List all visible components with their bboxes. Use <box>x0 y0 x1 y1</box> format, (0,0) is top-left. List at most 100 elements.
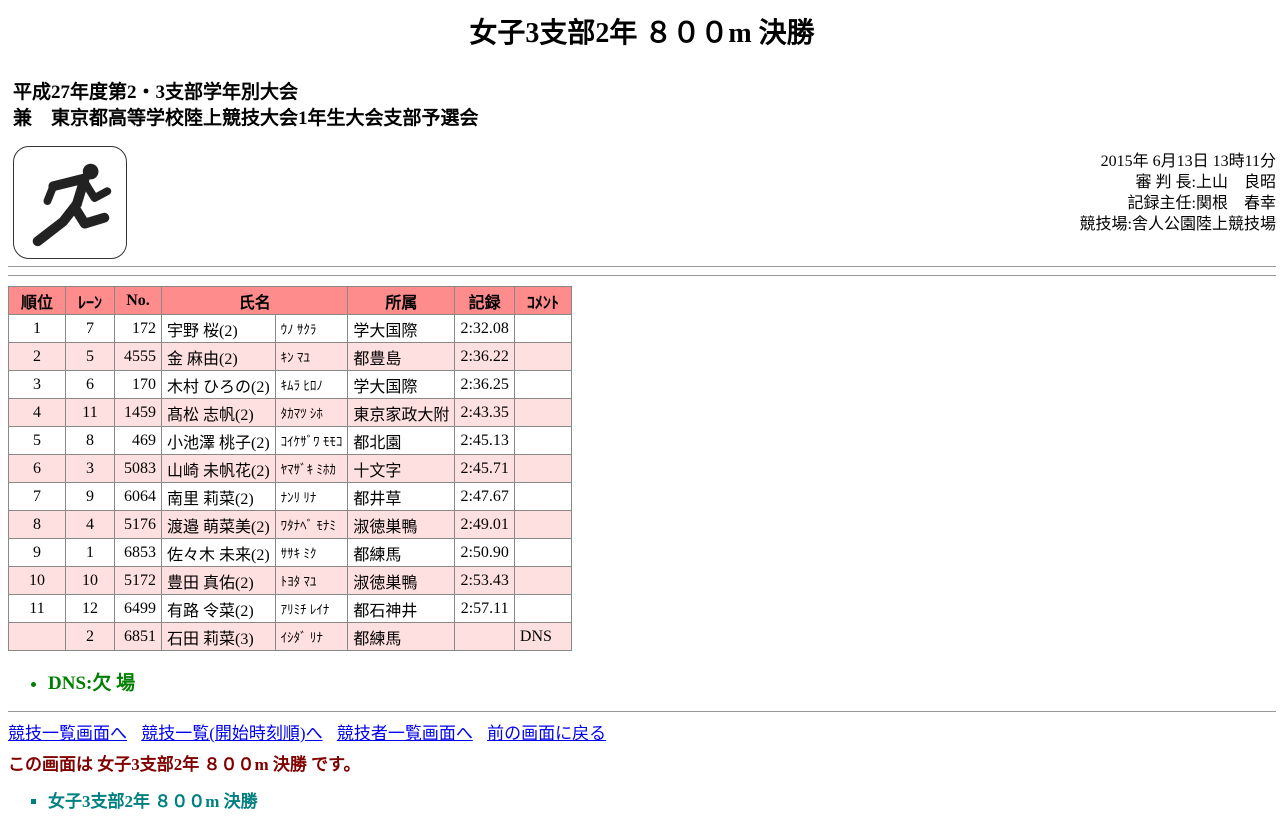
bib-number-cell: 5083 <box>114 454 162 483</box>
lane-cell: 4 <box>65 510 115 539</box>
athlete-kana-cell: ﾄﾖﾀ ﾏﾕ <box>274 566 349 595</box>
athlete-name-cell: 金 麻由(2) <box>161 342 276 371</box>
record-cell: 2:43.35 <box>454 398 515 427</box>
athlete-kana-cell: ﾔﾏｻﾞｷ ﾐﾎｶ <box>274 454 349 483</box>
athlete-name-cell: 南里 莉菜(2) <box>161 482 276 511</box>
table-row: 4 11 1459 髙松 志帆(2) ﾀｶﾏﾂ ｼﾎ 東京家政大附 2:43.35 <box>8 398 572 427</box>
col-record: 記録 <box>454 286 515 315</box>
athlete-name-cell: 豊田 真佑(2) <box>161 566 276 595</box>
record-cell: 2:50.90 <box>454 538 515 567</box>
athlete-kana-cell: ｲｼﾀﾞ ﾘﾅ <box>274 622 349 651</box>
team-cell: 東京家政大附 <box>347 398 456 427</box>
record-cell: 2:53.43 <box>454 566 515 595</box>
team-cell: 学大国際 <box>347 370 456 399</box>
team-cell: 都石神井 <box>347 594 456 623</box>
table-row: 7 9 6064 南里 莉菜(2) ﾅﾝﾘ ﾘﾅ 都井草 2:47.67 <box>8 482 572 511</box>
col-lane: ﾚｰﾝ <box>65 286 115 315</box>
lane-cell: 2 <box>65 622 115 651</box>
record-cell: 2:45.13 <box>454 426 515 455</box>
table-row: 2 6851 石田 莉菜(3) ｲｼﾀﾞ ﾘﾅ 都練馬 DNS <box>8 622 572 651</box>
divider <box>8 711 1276 712</box>
athlete-kana-cell: ｻｻｷ ﾐｸ <box>274 538 349 567</box>
record-cell: 2:36.25 <box>454 370 515 399</box>
col-number: No. <box>114 286 162 315</box>
rank-cell: 2 <box>8 342 66 371</box>
lane-cell: 10 <box>65 566 115 595</box>
sub-list-item: 女子3支部2年 ８００m 決勝 <box>48 787 258 812</box>
page-note: この画面は 女子3支部2年 ８００m 決勝 です。 <box>8 755 361 774</box>
bib-number-cell: 469 <box>114 426 162 455</box>
lane-cell: 8 <box>65 426 115 455</box>
bib-number-cell: 6853 <box>114 538 162 567</box>
lane-cell: 7 <box>65 314 115 343</box>
team-cell: 都練馬 <box>347 622 456 651</box>
page-title: 女子3支部2年 ８００m 決勝 <box>469 18 815 49</box>
table-header-row: 順位 ﾚｰﾝ No. 氏名 所属 記録 ｺﾒﾝﾄ <box>8 286 572 315</box>
bib-number-cell: 5176 <box>114 510 162 539</box>
comment-cell <box>513 594 572 623</box>
team-cell: 都井草 <box>347 482 456 511</box>
bib-number-cell: 6064 <box>114 482 162 511</box>
col-name: 氏名 <box>160 286 349 315</box>
divider <box>8 266 1276 267</box>
table-row: 6 3 5083 山崎 未帆花(2) ﾔﾏｻﾞｷ ﾐﾎｶ 十文字 2:45.71 <box>8 454 572 483</box>
nav-links: 競技一覧画面へ 競技一覧(開始時刻順)へ 競技者一覧画面へ 前の画面に戻る <box>8 719 616 744</box>
athlete-list-link[interactable]: 競技者一覧画面へ <box>337 724 473 743</box>
divider <box>8 275 1276 276</box>
team-cell: 都練馬 <box>347 538 456 567</box>
athlete-kana-cell: ｺｲｹｻﾞﾜ ﾓﾓｺ <box>274 426 349 455</box>
comment-cell <box>513 510 572 539</box>
chief-judge: 審 判 長:上山 良昭 <box>1135 174 1276 191</box>
rank-cell: 9 <box>8 538 66 567</box>
record-cell: 2:32.08 <box>454 314 515 343</box>
athlete-name-cell: 佐々木 未来(2) <box>161 538 276 567</box>
athlete-name-cell: 有路 令菜(2) <box>161 594 276 623</box>
back-link[interactable]: 前の画面に戻る <box>487 724 606 743</box>
col-rank: 順位 <box>8 286 66 315</box>
comment-cell <box>513 566 572 595</box>
athlete-name-cell: 木村 ひろの(2) <box>161 370 276 399</box>
table-row: 3 6 170 木村 ひろの(2) ｷﾑﾗ ﾋﾛﾉ 学大国際 2:36.25 <box>8 370 572 399</box>
legend-dns: DNS:欠 場 <box>48 668 135 695</box>
rank-cell: 10 <box>8 566 66 595</box>
table-row: 2 5 4555 金 麻由(2) ｷﾝ ﾏﾕ 都豊島 2:36.22 <box>8 342 572 371</box>
sub-list: 女子3支部2年 ８００m 決勝 <box>30 787 258 812</box>
bib-number-cell: 6499 <box>114 594 162 623</box>
legend: DNS:欠 場 <box>30 668 135 695</box>
athlete-kana-cell: ｳﾉ ｻｸﾗ <box>274 314 349 343</box>
table-row: 9 1 6853 佐々木 未来(2) ｻｻｷ ﾐｸ 都練馬 2:50.90 <box>8 538 572 567</box>
date-time: 2015年 6月13日 13時11分 <box>1100 153 1276 170</box>
comment-cell <box>513 342 572 371</box>
record-cell: 2:45.71 <box>454 454 515 483</box>
team-cell: 都北園 <box>347 426 456 455</box>
athlete-kana-cell: ｷﾝ ﾏﾕ <box>274 342 349 371</box>
rank-cell: 7 <box>8 482 66 511</box>
comment-cell <box>513 314 572 343</box>
event-list-link[interactable]: 競技一覧画面へ <box>8 724 127 743</box>
athlete-kana-cell: ｱﾘﾐﾁ ﾚｲﾅ <box>274 594 349 623</box>
bib-number-cell: 170 <box>114 370 162 399</box>
rank-cell: 8 <box>8 510 66 539</box>
rank-cell: 6 <box>8 454 66 483</box>
comment-cell <box>513 426 572 455</box>
meet-name-line2: 兼 東京都高等学校陸上競技大会1年生大会支部予選会 <box>13 108 479 129</box>
venue: 競技場:舎人公園陸上競技場 <box>1079 216 1276 233</box>
record-cell <box>454 622 515 651</box>
table-row: 8 4 5176 渡邉 萌菜美(2) ﾜﾀﾅﾍﾞ ﾓﾅﾐ 淑徳巣鴨 2:49.01 <box>8 510 572 539</box>
team-cell: 淑徳巣鴨 <box>347 566 456 595</box>
lane-cell: 12 <box>65 594 115 623</box>
lane-cell: 1 <box>65 538 115 567</box>
bib-number-cell: 172 <box>114 314 162 343</box>
results-table: 順位 ﾚｰﾝ No. 氏名 所属 記録 ｺﾒﾝﾄ 1 7 172 宇野 桜(2) ｳﾉ … <box>8 286 572 651</box>
event-list-by-time-link[interactable]: 競技一覧(開始時刻順)へ <box>141 724 322 743</box>
col-team: 所属 <box>347 286 456 315</box>
bib-number-cell: 1459 <box>114 398 162 427</box>
record-cell: 2:49.01 <box>454 510 515 539</box>
table-row: 11 12 6499 有路 令菜(2) ｱﾘﾐﾁ ﾚｲﾅ 都石神井 2:57.11 <box>8 594 572 623</box>
rank-cell: 11 <box>8 594 66 623</box>
comment-cell <box>513 538 572 567</box>
athlete-name-cell: 山崎 未帆花(2) <box>161 454 276 483</box>
bib-number-cell: 6851 <box>114 622 162 651</box>
table-row: 10 10 5172 豊田 真佑(2) ﾄﾖﾀ ﾏﾕ 淑徳巣鴨 2:53.43 <box>8 566 572 595</box>
comment-cell <box>513 482 572 511</box>
